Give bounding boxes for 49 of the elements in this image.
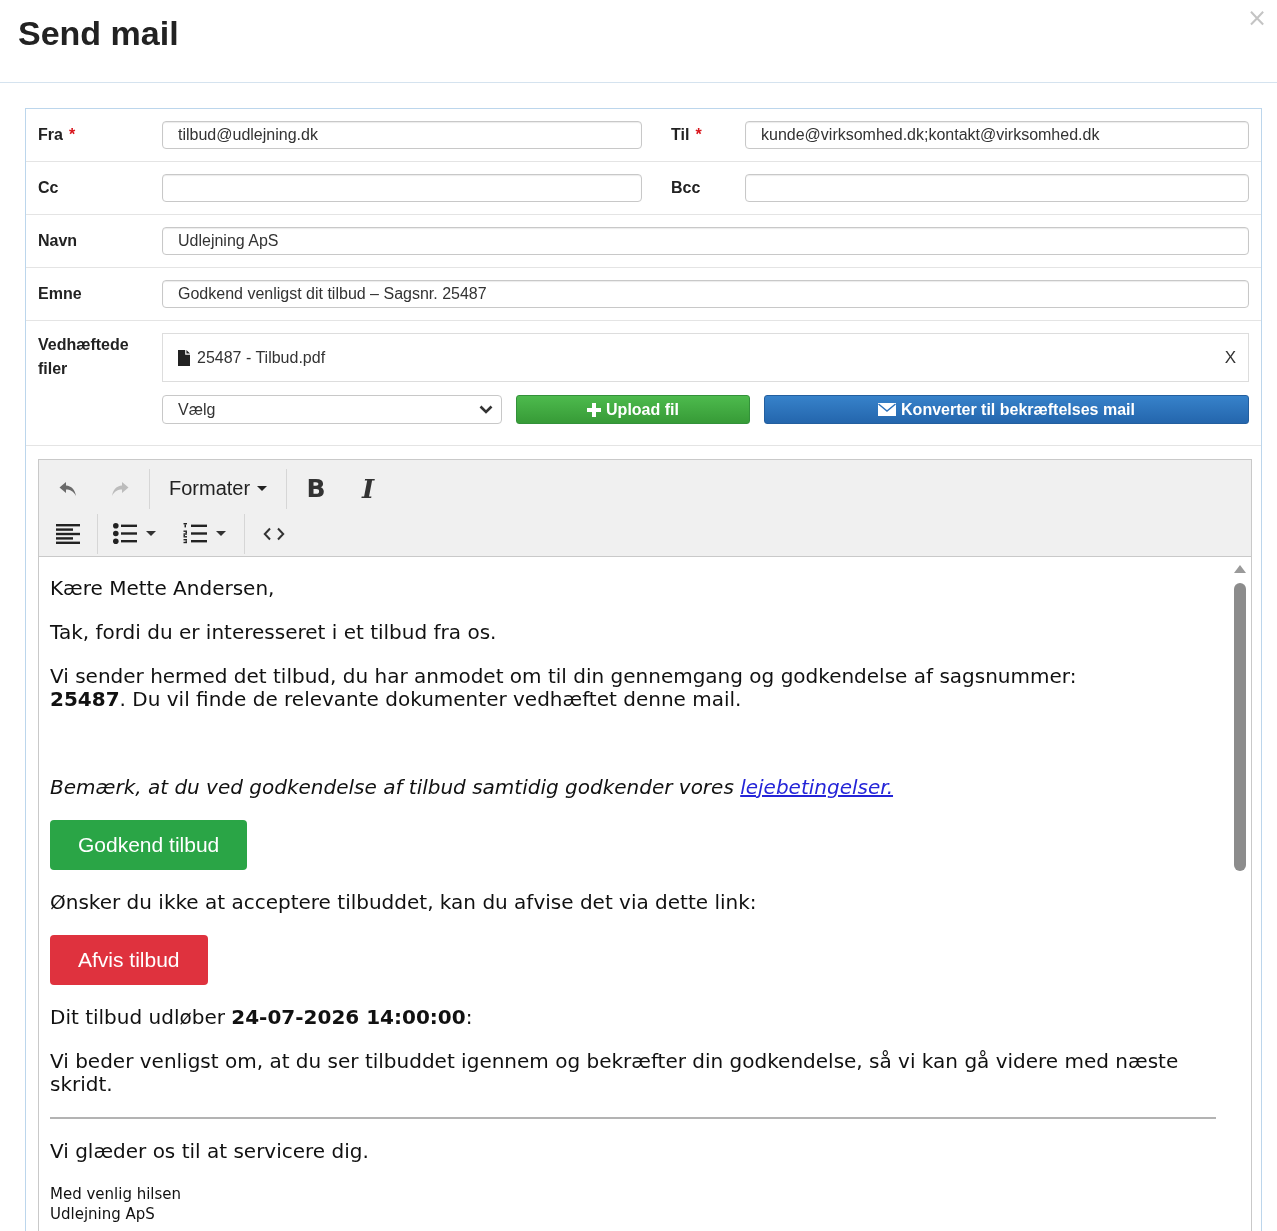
signature: Med venlig hilsen Udlejning ApS [50, 1184, 183, 1224]
italic-button[interactable]: I [346, 470, 391, 507]
required-mark: * [68, 126, 76, 144]
field-label: Fra [38, 126, 63, 144]
input-field[interactable]: Godkend venligst dit tilbud – Sagsnr. 25487 [162, 280, 1249, 308]
format-dropdown[interactable]: Formater [157, 470, 280, 507]
numbered-list-icon [183, 523, 207, 544]
paragraph: Tak, fordi du er interesseret i et tilbud fra os. [50, 621, 498, 644]
file-icon [178, 349, 190, 366]
input-field[interactable]: tilbud@udlejning.dk [162, 121, 642, 149]
caret-icon [257, 486, 268, 491]
attachment-select[interactable]: Vælg [162, 395, 502, 424]
code-icon [263, 526, 285, 541]
field-label: Til [671, 126, 690, 144]
input-field[interactable] [745, 174, 1249, 202]
remove-attachment-button[interactable]: X [1224, 347, 1236, 368]
input-field[interactable]: kunde@virksomhed.dk;kontakt@virksomhed.dk [745, 121, 1249, 149]
paragraph: Ønsker du ikke at acceptere tilbuddet, kan du afvise det via dette link: [50, 891, 758, 914]
caret-icon [216, 531, 226, 536]
input-field[interactable] [162, 174, 642, 202]
field-label: Vedhæftede filer [38, 335, 130, 379]
paragraph: Vi glæder os til at servicere dig. [50, 1140, 370, 1163]
redo-icon [110, 479, 130, 498]
envelope-icon [878, 403, 897, 416]
bold-button[interactable]: B [294, 470, 339, 507]
align-left-icon [56, 523, 80, 544]
caret-icon [146, 531, 156, 536]
paragraph: Vi sender hermed det tilbud, du har anmodet om til din gennemgang og godkendelse af sagsnummer: 25487. Du vil finde de relevante dokumenter vedhæftet denne mail. [50, 665, 1078, 711]
paragraph: Dit tilbud udløber 24-07-2026 14:00:00: [50, 1006, 474, 1029]
paragraph: Kære Mette Andersen, [50, 577, 276, 600]
file-name: 25487 - Tilbud.pdf [197, 348, 326, 367]
bullet-list-icon [113, 523, 137, 544]
note-paragraph: Bemærk, at du ved godkendelse af tilbud samtidig godkender vores lejebetingelser. [50, 776, 894, 799]
plus-icon [587, 402, 602, 417]
scroll-up-arrow-icon [1234, 565, 1246, 573]
convert-button[interactable]: Konverter til bekræftelses mail [764, 395, 1249, 424]
undo-icon [58, 479, 78, 498]
field-label: Navn [38, 232, 78, 250]
chevron-down-icon [479, 405, 493, 414]
scrollbar-thumb[interactable] [1234, 583, 1246, 871]
field-label: Cc [38, 179, 59, 197]
required-mark: * [695, 126, 702, 144]
field-label: Bcc [671, 179, 701, 197]
terms-link[interactable]: lejebetingelser. [740, 775, 893, 799]
input-field[interactable]: Udlejning ApS [162, 227, 1249, 255]
paragraph: Vi beder venligst om, at du ser tilbuddet igennem og bekræfter din godkendelse, så vi kan gå videre med næste skridt. [50, 1050, 1180, 1096]
field-label: Emne [38, 285, 82, 303]
reject-offer-button[interactable]: Afvis tilbud [50, 935, 208, 985]
dialog-title: Send mail [17, 13, 179, 54]
